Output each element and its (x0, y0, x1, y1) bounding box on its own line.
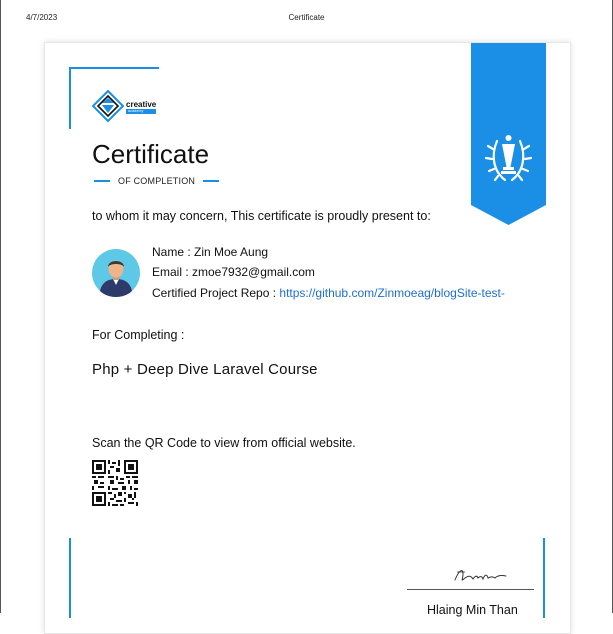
certificate-subtitle: OF COMPLETION (94, 176, 220, 186)
subtitle-text: OF COMPLETION (118, 176, 196, 186)
logo-sub-label: academy (126, 109, 157, 114)
project-repo-line: Certified Project Repo : https://github.… (152, 286, 505, 300)
subtitle-divider-right (203, 180, 220, 182)
corner-accent-bottom-right (543, 538, 545, 618)
avatar-icon (92, 249, 140, 297)
logo-wordmark: creative (126, 100, 157, 109)
corner-accent-left (69, 67, 71, 129)
ribbon-banner (471, 43, 546, 225)
corner-accent-top (69, 67, 159, 69)
scan-qr-text: Scan the QR Code to view from official w… (92, 436, 356, 450)
recipient-name: Name : Zin Moe Aung (152, 245, 269, 259)
print-title: Certificate (288, 13, 325, 22)
recipient-email: Email : zmoe7932@gmail.com (152, 265, 315, 279)
creative-academy-logo: creative academy (92, 90, 157, 124)
certificate-card: creative academy Certificate OF COMPLETI… (44, 42, 571, 634)
intro-text: to whom it may concern, This certificate… (92, 209, 431, 223)
certificate-title: Certificate (92, 139, 210, 169)
corner-accent-bottom-left (69, 538, 71, 618)
subtitle-divider-left (94, 180, 110, 182)
qr-code-icon[interactable] (92, 460, 138, 506)
diamond-logo-icon (92, 90, 124, 123)
signature-icon (454, 570, 507, 581)
for-completing-label: For Completing : (92, 328, 185, 342)
course-name: Php + Deep Dive Laravel Course (92, 361, 318, 378)
signature-line (407, 589, 534, 590)
repo-label: Certified Project Repo : (152, 286, 280, 300)
repo-link[interactable]: https://github.com/Zinmoeag/blogSite-tes… (279, 286, 504, 300)
